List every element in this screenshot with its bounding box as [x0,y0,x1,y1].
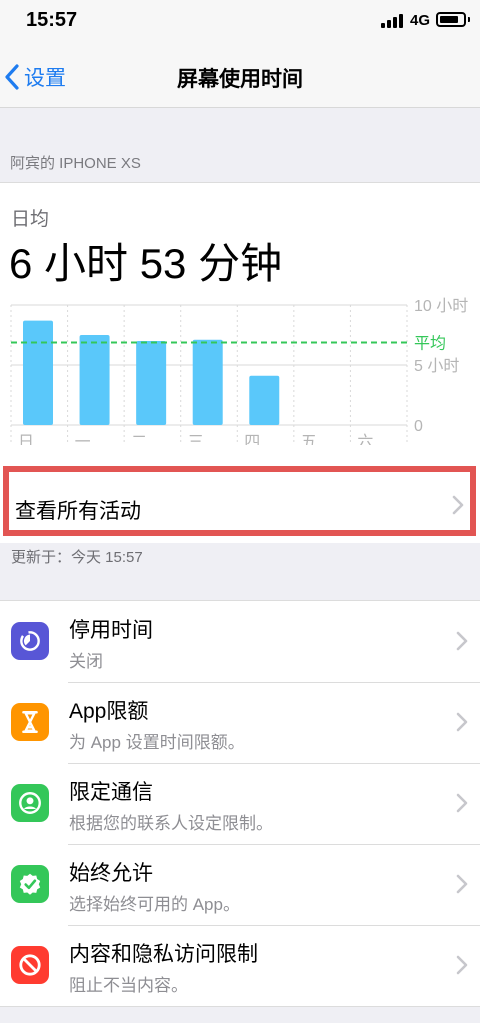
settings-list: 停用时间 关闭 App限额为 App 设置时间限额。 限定通信 根据您的联系人设定限制。… [0,600,480,1007]
chevron-right-icon [452,495,464,515]
x-tick-label: 三 [188,434,204,445]
network-type: 4G [410,12,431,29]
bar-1 [79,335,110,425]
checkmark-badge-icon [11,865,49,903]
bar-0 [23,320,53,425]
status-time: 15:57 [26,9,78,31]
chevron-right-icon [456,955,468,975]
bar-2 [136,341,167,425]
bar-3 [192,339,223,425]
settings-row-always-allowed[interactable]: 始终允许选择始终可用的 App。 [0,844,480,925]
row-title: 内容和隐私访问限制 [69,943,258,966]
downtime-icon [11,622,49,660]
see-all-activity-label: 查看所有活动 [15,500,141,523]
chevron-right-icon [456,874,468,894]
average-label: 平均 [414,334,446,352]
status-bar: 15:57 4G [0,0,480,44]
y-tick-label: 10 小时 [414,297,468,315]
x-tick-label: 一 [75,434,91,445]
restriction-icon [11,946,49,984]
hourglass-icon [11,703,49,741]
row-divider [68,763,480,764]
x-tick-label: 日 [18,434,34,445]
row-title: 始终允许 [69,862,153,885]
daily-average-label: 日均 [11,209,50,230]
row-title: 停用时间 [69,619,153,642]
page-title: 屏幕使用时间 [177,68,303,91]
row-title: 限定通信 [69,781,153,804]
x-tick-label: 五 [301,434,317,445]
settings-row-app-limits[interactable]: App限额为 App 设置时间限额。 [0,682,480,763]
settings-row-downtime[interactable]: 停用时间 关闭 [0,601,480,682]
contact-icon [11,784,49,822]
row-subtitle: 关闭 [69,652,103,671]
chevron-right-icon [456,793,468,813]
signal-icon [381,14,403,28]
battery-icon [436,12,466,27]
row-subtitle: 为 App 设置时间限额。 [69,733,245,752]
last-updated-text: 更新于：今天 15:57 [11,549,143,566]
row-divider [68,925,480,926]
settings-row-communication-limits[interactable]: 限定通信根据您的联系人设定限制。 [0,763,480,844]
device-header: 阿宾的 IPHONE XS [10,155,141,172]
row-subtitle: 选择始终可用的 App。 [69,895,240,914]
battery-cap [468,17,470,22]
daily-average-value: 6 小时 53 分钟 [9,240,283,287]
y-tick-label: 0 [414,418,423,435]
see-all-activity-row[interactable]: 查看所有活动 [3,466,476,536]
chevron-right-icon [456,631,468,651]
x-tick-label: 六 [357,433,373,445]
row-subtitle: 根据您的联系人设定限制。 [69,814,273,833]
y-tick-label: 5 小时 [414,357,459,375]
row-divider [68,682,480,683]
settings-row-content-privacy-restrictions[interactable]: 内容和隐私访问限制阻止不当内容。 [0,925,480,1006]
bar-4 [249,375,280,425]
navigation-bar: 设置 屏幕使用时间 [0,44,480,108]
row-title: App限额 [69,700,149,723]
row-divider [68,844,480,845]
row-subtitle: 阻止不当内容。 [69,976,188,995]
chevron-right-icon [456,712,468,732]
x-tick-label: 四 [244,434,260,445]
usage-bar-chart: 10 小时 5 小时 0 日 一 二 三 四 五 六 平均 [10,297,468,445]
x-tick-label: 二 [131,434,147,445]
